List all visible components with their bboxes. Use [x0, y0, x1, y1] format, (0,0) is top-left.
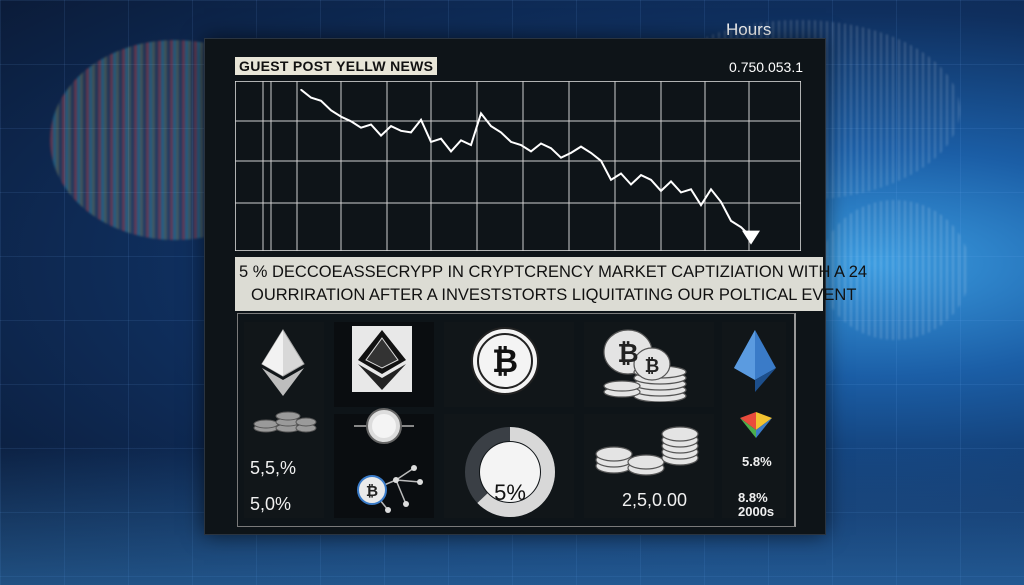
data-point: [720, 201, 722, 203]
data-point: [690, 188, 692, 191]
data-point: [700, 204, 702, 206]
data-point: [300, 88, 302, 91]
stat-e: 2000s: [738, 504, 775, 519]
data-point: [480, 112, 482, 115]
data-point: [580, 145, 582, 148]
svg-text:₿: ₿: [366, 482, 378, 500]
data-point: [370, 123, 372, 126]
data-point: [470, 144, 472, 146]
data-point: [650, 179, 652, 181]
ethereum-icon: [261, 329, 305, 396]
colored-diamond-icon: [740, 412, 772, 438]
data-point: [510, 141, 512, 143]
data-point: [460, 139, 462, 142]
data-point: [620, 172, 622, 175]
data-point: [420, 118, 422, 121]
data-point: [520, 144, 522, 146]
svg-text:₿: ₿: [645, 356, 660, 377]
data-point: [350, 120, 352, 123]
crypto-icon-grid: ₿ ₿ ₿ ₿ 5% 5,5,% 5,0% 2,5,0.00 5.8% 8.8%…: [237, 313, 796, 527]
data-point: [550, 147, 552, 149]
coin-stack-bitcoin-icon: ₿ ₿: [603, 329, 687, 402]
chart-title: GUEST POST YELLW NEWS: [235, 57, 438, 75]
data-point: [710, 188, 712, 191]
data-point: [360, 126, 362, 129]
data-point: [500, 131, 502, 134]
coin-pile-icon: [595, 426, 699, 476]
amount-value: 2,5,0.00: [622, 490, 688, 510]
chart-frame: [235, 81, 801, 251]
data-point: [560, 156, 562, 159]
svg-text:₿: ₿: [492, 342, 518, 380]
donut-label: 5%: [494, 480, 526, 505]
data-point: [490, 125, 492, 127]
data-point: [740, 226, 742, 228]
price-line-chart: [235, 81, 801, 251]
data-point: [330, 109, 332, 112]
coin-stack-icon: [253, 411, 317, 433]
data-point: [310, 96, 312, 99]
data-point: [440, 137, 442, 140]
toggle-icon: [354, 408, 414, 444]
stat-d: 8.8%: [738, 490, 768, 505]
network-node-icon: ₿: [357, 465, 423, 513]
data-point: [390, 125, 392, 127]
data-point: [570, 152, 572, 154]
data-point: [320, 100, 322, 102]
data-point: [640, 174, 642, 176]
data-point: [610, 179, 612, 181]
data-point: [670, 180, 672, 183]
data-point: [590, 152, 592, 154]
svg-text:₿: ₿: [617, 339, 638, 369]
headline-line-1: 5 % DECCOEASSECRYPP IN CRYPTCRENCY MARKE…: [239, 263, 868, 281]
data-point: [730, 220, 732, 222]
bitcoin-icon: ₿: [471, 327, 539, 395]
hours-label: Hours: [726, 20, 772, 39]
data-point: [340, 115, 342, 118]
news-headline: 5 % DECCOEASSECRYPP IN CRYPTCRENCY MARKE…: [235, 257, 868, 311]
stat-b: 5,0%: [250, 494, 292, 514]
headline-line-2: OURRIRATION AFTER A INVESTSTORTS LIQUITA…: [251, 286, 857, 304]
data-point: [410, 131, 412, 134]
stat-c: 5.8%: [742, 454, 772, 469]
data-point: [380, 134, 382, 137]
chart-value: 0.750.053.1: [729, 59, 803, 75]
market-panel: GUEST POST YELLW NEWS 0.750.053.1 5 % DE…: [204, 38, 868, 535]
data-point: [540, 142, 542, 145]
data-point: [530, 150, 532, 153]
stat-a: 5,5,%: [250, 458, 297, 478]
data-point: [430, 141, 432, 143]
data-point: [630, 183, 632, 186]
data-point: [450, 150, 452, 153]
data-point: [660, 190, 662, 192]
data-point: [680, 191, 682, 194]
ethereum-blue-icon: [734, 330, 776, 392]
data-point: [400, 130, 402, 132]
data-point: [600, 160, 602, 162]
ethereum-dark-icon: [352, 326, 412, 392]
